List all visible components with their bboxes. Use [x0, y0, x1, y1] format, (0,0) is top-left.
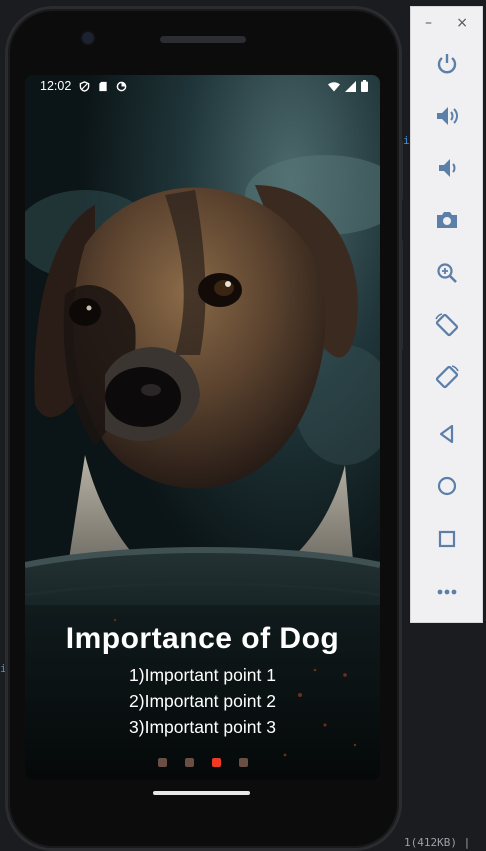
status-time: 12:02 — [40, 79, 72, 93]
page-indicator — [25, 758, 380, 767]
more-button[interactable] — [411, 572, 482, 612]
sd-card-icon — [99, 81, 107, 91]
overview-button[interactable] — [411, 519, 482, 559]
earpiece-speaker — [160, 36, 246, 43]
zoom-icon — [436, 263, 457, 283]
volume-down-button[interactable] — [411, 148, 482, 188]
back-button[interactable] — [411, 414, 482, 454]
data-saver-icon — [116, 81, 127, 91]
device-power-button — [400, 140, 403, 200]
page-dot-active[interactable] — [211, 758, 221, 767]
rotate-left-icon — [434, 313, 458, 337]
rotate-left-button[interactable] — [411, 305, 482, 345]
page-dot[interactable] — [184, 758, 194, 767]
screenshot-button[interactable] — [411, 200, 482, 240]
rotate-right-button[interactable] — [411, 357, 482, 397]
overview-icon — [438, 530, 455, 548]
page-dot[interactable] — [238, 758, 248, 767]
list-item: 3)Important point 3 — [129, 717, 276, 737]
power-icon — [437, 54, 456, 74]
list-item: 1)Important point 1 — [129, 665, 276, 685]
volume-up-button[interactable] — [411, 96, 482, 136]
back-icon — [439, 424, 453, 444]
shield-icon — [79, 80, 90, 92]
wifi-icon — [328, 81, 340, 91]
close-button[interactable]: × — [456, 15, 468, 31]
signal-icon — [345, 80, 356, 92]
volume-up-icon — [436, 107, 458, 125]
more-icon — [437, 589, 456, 595]
app-screen: 12:02 Importance of Dog 1)Important poin… — [25, 75, 380, 780]
battery-icon — [361, 80, 368, 92]
list-item: 2)Important point 2 — [129, 691, 276, 711]
device-volume-button — [400, 240, 403, 350]
ide-footer-text: 1(412KB) | — [404, 836, 471, 849]
emulator-toolbar: – × — [410, 6, 483, 623]
gesture-nav-bar[interactable] — [153, 791, 250, 795]
front-camera — [82, 32, 94, 44]
zoom-button[interactable] — [411, 253, 482, 293]
rotate-right-icon — [435, 365, 459, 389]
power-button[interactable] — [411, 44, 482, 84]
minimize-button[interactable]: – — [425, 15, 432, 31]
volume-down-icon — [438, 159, 455, 177]
home-icon — [437, 476, 456, 496]
status-bar: 12:02 — [25, 75, 380, 97]
page-dot[interactable] — [157, 758, 167, 767]
home-button[interactable] — [411, 466, 482, 506]
ide-gutter-mark: i — [403, 134, 410, 147]
page-title: Importance of Dog — [65, 622, 340, 655]
camera-icon — [436, 212, 457, 228]
